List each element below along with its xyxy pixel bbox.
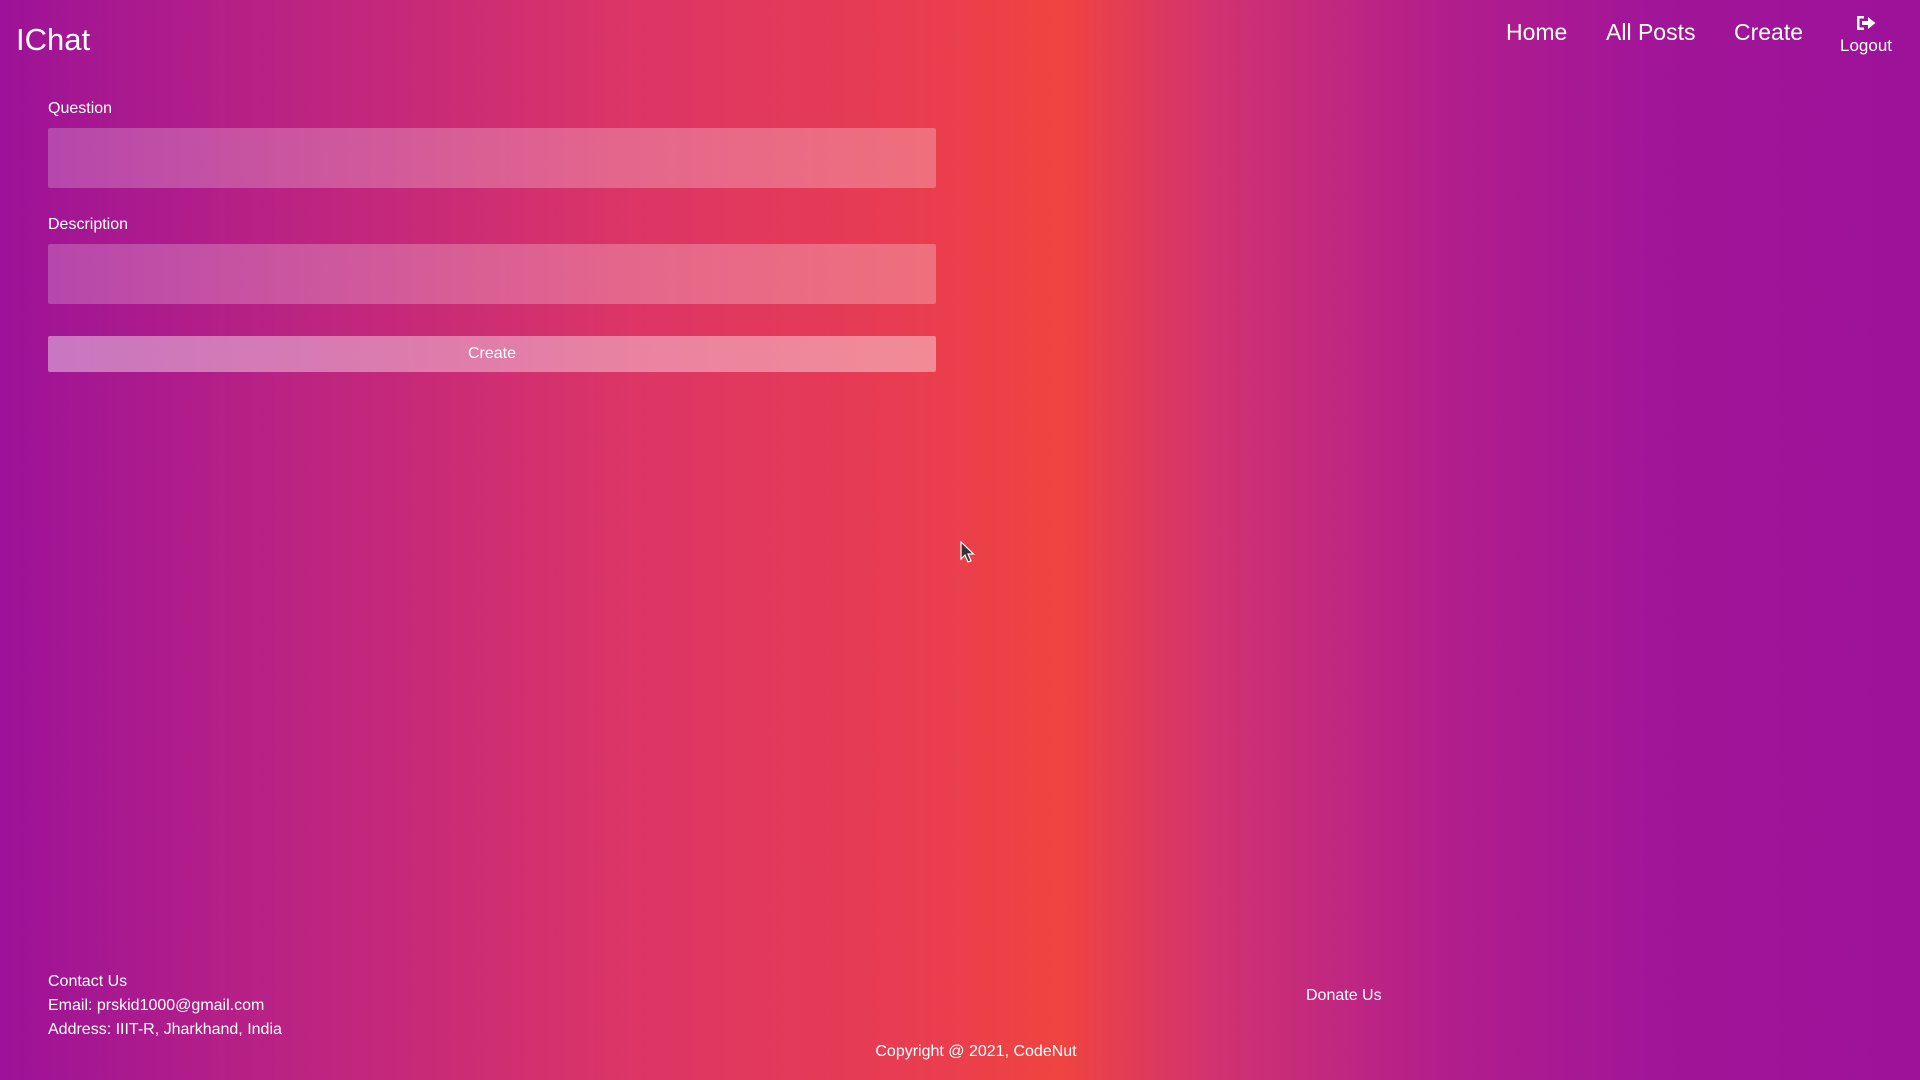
app-brand[interactable]: IChat — [16, 22, 90, 58]
description-input[interactable] — [48, 244, 936, 304]
footer-contact: Contact Us Email: prskid1000@gmail.com A… — [48, 970, 282, 1042]
donate-link[interactable]: Donate Us — [1306, 986, 1382, 1006]
create-button[interactable]: Create — [48, 336, 936, 372]
sign-out-icon — [1857, 16, 1876, 30]
nav-all-posts-link[interactable]: All Posts — [1606, 18, 1695, 46]
nav-home-link[interactable]: Home — [1506, 18, 1567, 46]
logout-button[interactable]: Logout — [1834, 14, 1898, 56]
copyright-text: Copyright @ 2021, CodeNut — [875, 1043, 1077, 1060]
contact-email: Email: prskid1000@gmail.com — [48, 997, 265, 1014]
contact-address: Address: IIIT-R, Jharkhand, India — [48, 1021, 282, 1038]
description-label: Description — [48, 216, 129, 233]
contact-heading: Contact Us — [48, 973, 128, 990]
logout-label: Logout — [1840, 36, 1892, 55]
question-input[interactable] — [48, 128, 936, 188]
question-label: Question — [48, 100, 113, 117]
nav-create-link[interactable]: Create — [1734, 18, 1803, 46]
mouse-cursor-icon — [960, 541, 975, 563]
